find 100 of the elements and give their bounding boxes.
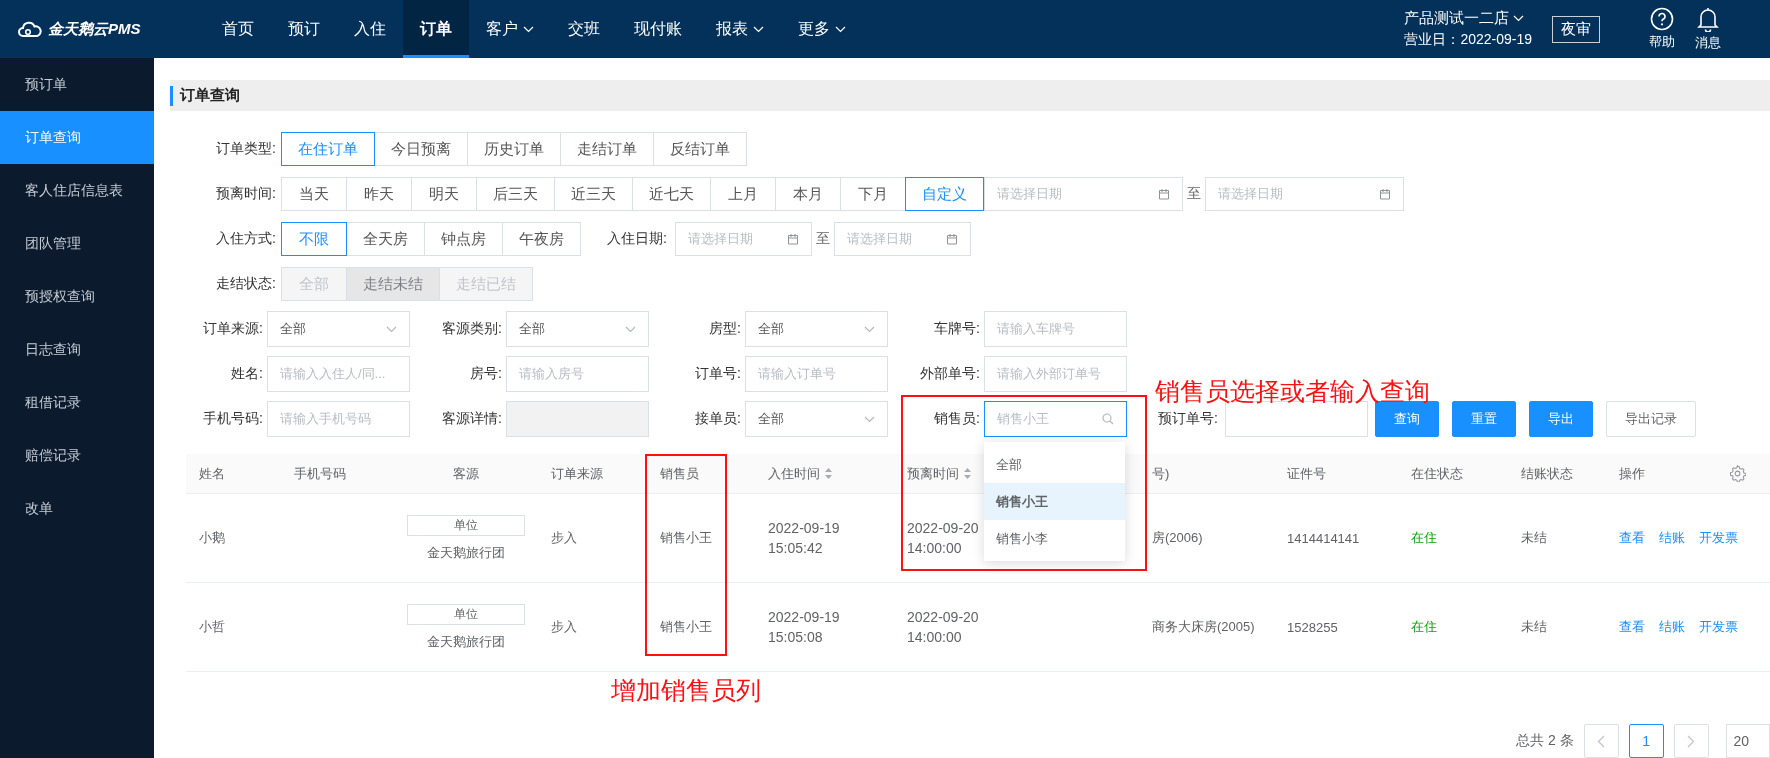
nav-tab[interactable]: 入住 [337, 0, 403, 58]
sidebar-item[interactable]: 客人住店信息表 [0, 164, 154, 217]
annotation-text: 增加销售员列 [611, 675, 761, 706]
sidebar-item[interactable]: 改单 [0, 482, 154, 535]
page-size-select[interactable]: 20 [1725, 724, 1770, 758]
filter-option[interactable]: 近三天 [554, 177, 633, 211]
sort-icon [824, 467, 833, 480]
calendar-icon [1158, 188, 1170, 200]
filter-option[interactable]: 近七天 [632, 177, 711, 211]
table-cell-text: 2022-09-19 15:05:42 [768, 519, 841, 558]
sidebar-item[interactable]: 预授权查询 [0, 270, 154, 323]
chevron-down-icon [864, 325, 875, 333]
field-label: 订单来源: [202, 320, 264, 338]
business-day-text: 营业日：2022-09-19 [1404, 31, 1532, 49]
table-cell: 金天鹅旅行团 [427, 632, 505, 651]
select-field[interactable]: 全部 [506, 311, 649, 347]
cloud-logo-icon [18, 21, 42, 37]
column-header: 手机号码 [294, 464, 346, 483]
sidebar-item[interactable]: 日志查询 [0, 323, 154, 376]
calendar-icon [945, 233, 958, 245]
table-cell: 小哲 [199, 618, 225, 636]
nav-tab[interactable]: 预订 [271, 0, 337, 58]
filter-option[interactable]: 反结订单 [653, 132, 747, 166]
chevron-left-icon [1597, 734, 1606, 748]
settings-icon[interactable] [1729, 465, 1746, 482]
table-cell: 销售小王 [660, 618, 712, 636]
app-logo-text: 金天鹅云PMS [48, 19, 141, 39]
filter-option[interactable]: 全天房 [346, 222, 425, 256]
nav-tab[interactable]: 报表 [699, 0, 781, 58]
dropdown-option[interactable]: 销售小李 [984, 520, 1125, 557]
range-separator: 至 [1187, 185, 1201, 203]
dropdown-option[interactable]: 全部 [984, 446, 1125, 483]
column-header: 结账状态 [1521, 464, 1573, 483]
range-separator: 至 [815, 230, 830, 248]
table-cell: 未结 [1521, 529, 1547, 547]
filter-option[interactable]: 午夜房 [502, 222, 581, 256]
column-header: 号) [1152, 464, 1170, 483]
sidebar-item[interactable]: 赔偿记录 [0, 429, 154, 482]
night-audit-button[interactable]: 夜审 [1552, 15, 1600, 43]
table-cell-text: 2022-09-20 14:00:00 [907, 519, 980, 558]
filter-option[interactable]: 上月 [710, 177, 776, 211]
toolbar-button[interactable]: 帮助 [1640, 0, 1684, 58]
filter-label: 预离时间: [215, 185, 277, 203]
chevron-down-icon [835, 25, 846, 33]
select-field[interactable]: 全部 [745, 311, 888, 347]
field-label: 接单员: [694, 410, 742, 428]
action-button[interactable]: 导出记录 [1605, 401, 1696, 437]
sidebar-item[interactable]: 租借记录 [0, 376, 154, 429]
filter-option[interactable]: 下月 [840, 177, 906, 211]
field-label: 车牌号: [933, 320, 981, 338]
filter-label: 入住方式: [215, 230, 277, 248]
column-header: 姓名 [199, 464, 225, 483]
filter-option[interactable]: 历史订单 [467, 132, 561, 166]
next-page-button[interactable] [1673, 724, 1709, 758]
column-header: 在住状态 [1411, 464, 1463, 483]
bell-icon [1697, 6, 1719, 32]
nav-tab[interactable]: 客户 [469, 0, 551, 58]
field-label: 房号: [469, 365, 503, 383]
sidebar-item[interactable]: 团队管理 [0, 217, 154, 270]
sort-icon [963, 467, 972, 480]
nav-tab[interactable]: 订单 [403, 0, 469, 58]
table-cell: 小鹅 [199, 529, 225, 547]
column-header: 入住时间 [768, 464, 820, 483]
column-header: 客源 [453, 464, 479, 483]
dropdown-option[interactable]: 销售小王 [984, 483, 1125, 520]
select-field[interactable]: 全部 [745, 401, 888, 437]
source-tag: 单位 [407, 603, 525, 625]
filter-option[interactable]: 后三天 [476, 177, 555, 211]
column-header: 销售员 [660, 464, 699, 483]
filter-option[interactable]: 明天 [411, 177, 477, 211]
search-icon [1102, 413, 1114, 425]
sidebar-item[interactable]: 预订单 [0, 58, 154, 111]
table-cell: 房(2006) [1152, 529, 1203, 547]
previous-page-button[interactable] [1583, 724, 1619, 758]
field-label: 房型: [708, 320, 742, 338]
chevron-down-icon [1513, 15, 1525, 22]
table-cell: 步入 [551, 618, 577, 636]
chevron-down-icon [386, 325, 397, 333]
total-count: 总共 2 条 [1516, 732, 1574, 750]
filter-option[interactable]: 昨天 [346, 177, 412, 211]
nav-tab[interactable]: 交班 [551, 0, 617, 58]
nav-tab[interactable]: 现付账 [617, 0, 699, 58]
table-cell-text: 2022-09-19 15:05:08 [768, 608, 841, 647]
status-text: 在住 [1411, 618, 1437, 636]
chevron-down-icon [864, 415, 875, 423]
filter-option[interactable]: 当天 [281, 177, 347, 211]
filter-option[interactable]: 本月 [775, 177, 841, 211]
filter-option[interactable]: 走结订单 [560, 132, 654, 166]
toolbar-button[interactable]: 消息 [1686, 0, 1730, 58]
store-selector[interactable]: 产品测试一二店 [1404, 9, 1532, 28]
table-cell: 1414414141 [1287, 530, 1360, 546]
nav-tab[interactable]: 首页 [205, 0, 271, 58]
nav-tab[interactable]: 更多 [781, 0, 863, 58]
filter-option[interactable]: 今日预离 [374, 132, 468, 166]
select-field[interactable]: 全部 [267, 311, 410, 347]
table-cell: 销售小王 [660, 529, 712, 547]
field-label: 客源详情: [441, 410, 503, 428]
field-label: 销售员: [933, 410, 981, 428]
filter-option[interactable]: 钟点房 [424, 222, 503, 256]
column-header: 预离时间 [907, 464, 959, 483]
